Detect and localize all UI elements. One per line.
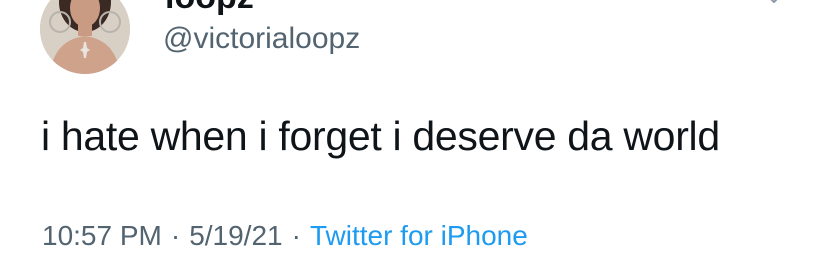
tweet-source-link[interactable]: Twitter for iPhone: [310, 220, 528, 251]
avatar-photo: [40, 0, 130, 74]
tweet-meta: 10:57 PM · 5/19/21 · Twitter for iPhone: [42, 219, 528, 253]
meta-separator: ·: [291, 220, 301, 251]
tweet-text: i hate when i forget i deserve da world: [41, 113, 720, 159]
avatar[interactable]: [40, 0, 130, 74]
display-name[interactable]: loopz: [165, 0, 254, 14]
meta-separator: ·: [170, 220, 181, 251]
tweet-time[interactable]: 10:57 PM: [42, 220, 162, 251]
user-handle[interactable]: @victorialoopz: [163, 22, 360, 56]
tweet-date[interactable]: 5/19/21: [189, 220, 282, 251]
chevron-down-icon[interactable]: [765, 0, 783, 6]
